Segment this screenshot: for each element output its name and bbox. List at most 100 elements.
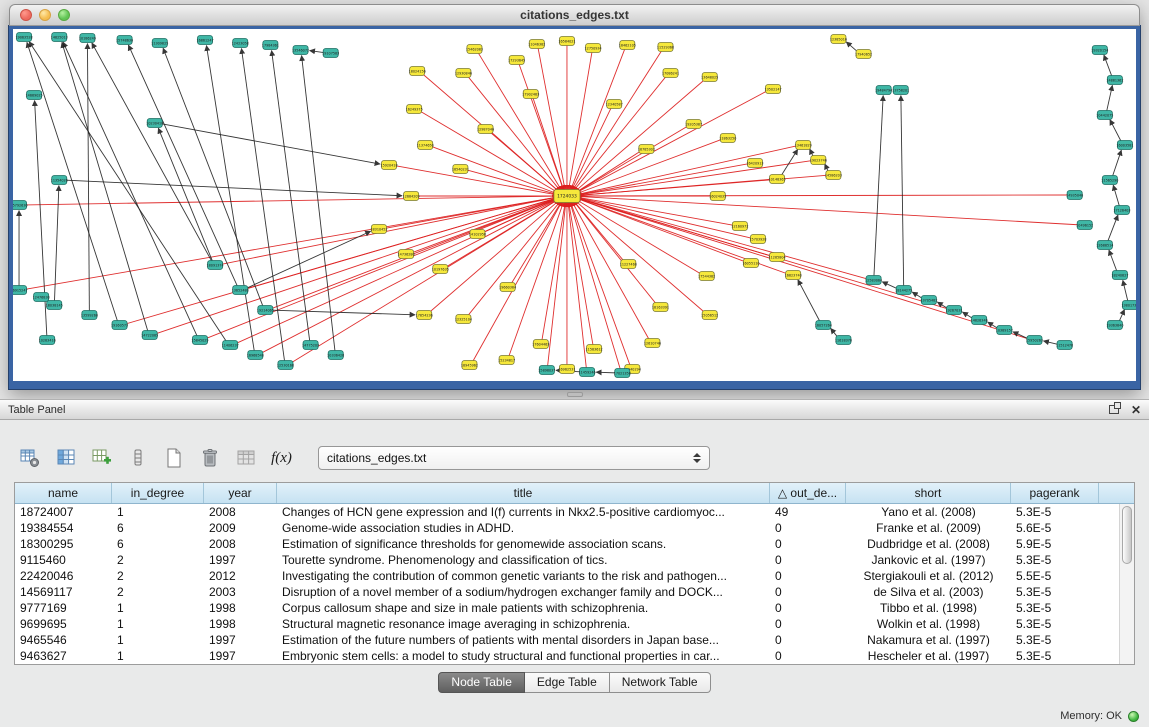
graph-node[interactable]: 15462083 bbox=[466, 45, 483, 54]
citation-edge-red[interactable] bbox=[569, 52, 592, 190]
citation-edge-red[interactable] bbox=[262, 199, 559, 353]
graph-node[interactable]: 14722085 bbox=[141, 331, 158, 340]
delete-column-button[interactable] bbox=[124, 445, 151, 472]
graph-node[interactable]: 11309825 bbox=[151, 39, 168, 48]
graph-node[interactable]: 14775203 bbox=[302, 341, 319, 350]
graph-node[interactable]: 13502147 bbox=[764, 85, 781, 94]
delete-row-button[interactable] bbox=[196, 445, 223, 472]
citation-edge-black[interactable] bbox=[310, 51, 324, 53]
citation-edge-black[interactable] bbox=[1109, 250, 1117, 271]
citation-edge-red[interactable] bbox=[533, 98, 564, 191]
graph-node[interactable]: 11265804 bbox=[769, 253, 786, 262]
graph-node[interactable]: 10197635 bbox=[432, 265, 449, 274]
graph-node[interactable]: 11565290 bbox=[1101, 176, 1118, 185]
divider-grip-icon[interactable] bbox=[567, 392, 583, 397]
graph-node[interactable]: 14669025 bbox=[26, 91, 43, 100]
graph-node[interactable]: 14586203 bbox=[825, 171, 842, 180]
graph-node[interactable]: 18091374 bbox=[207, 261, 224, 270]
citation-edge-black[interactable] bbox=[87, 43, 89, 310]
citation-edge-black[interactable] bbox=[901, 95, 904, 285]
graph-node[interactable]: 18163391 bbox=[652, 303, 669, 312]
graph-node[interactable]: 16962531 bbox=[558, 365, 575, 374]
graph-node[interactable]: 14736280 bbox=[398, 250, 415, 259]
graph-node[interactable]: 12325104 bbox=[455, 315, 472, 324]
citation-edge-black[interactable] bbox=[781, 149, 797, 175]
graph-node[interactable]: 12688514 bbox=[1096, 241, 1113, 250]
table-row[interactable]: 1830029562008Estimation of significance … bbox=[15, 536, 1134, 552]
graph-hub-node[interactable]: 1724033 bbox=[554, 190, 580, 203]
graph-node[interactable]: 11459246 bbox=[578, 368, 595, 377]
graph-node[interactable]: 12987046 bbox=[477, 125, 494, 134]
column-header-name[interactable]: name bbox=[15, 483, 112, 503]
graph-node[interactable]: 16584021 bbox=[558, 37, 575, 46]
graph-node[interactable]: 15845029 bbox=[191, 336, 208, 345]
graph-node[interactable]: 18462105 bbox=[619, 41, 636, 50]
citation-edge-red[interactable] bbox=[272, 198, 559, 308]
citation-edge-black[interactable] bbox=[874, 95, 883, 275]
graph-node[interactable]: 14828346 bbox=[971, 316, 988, 325]
graph-node[interactable]: 10148365 bbox=[769, 175, 786, 184]
graph-node[interactable]: 19267031 bbox=[945, 306, 962, 315]
graph-node[interactable]: 12423058 bbox=[232, 39, 249, 48]
graph-node[interactable]: 11406237 bbox=[222, 341, 239, 350]
column-header-year[interactable]: year bbox=[204, 483, 277, 503]
table-row[interactable]: 977716911998Corpus callosum shape and si… bbox=[15, 600, 1134, 616]
citation-edge-black[interactable] bbox=[272, 50, 310, 340]
graph-node[interactable]: 12530168 bbox=[277, 361, 294, 370]
function-builder-button[interactable]: f(x) bbox=[268, 445, 295, 472]
graph-node[interactable]: 11354026 bbox=[51, 176, 68, 185]
citation-edge-red[interactable] bbox=[572, 51, 662, 192]
tab-node-table[interactable]: Node Table bbox=[438, 672, 525, 693]
graph-node[interactable]: 14935046 bbox=[1066, 191, 1083, 200]
citation-edge-red[interactable] bbox=[491, 132, 560, 193]
graph-node[interactable]: 10230418 bbox=[146, 119, 163, 128]
graph-node[interactable]: 13599260 bbox=[81, 311, 98, 320]
graph-node[interactable]: 19063528 bbox=[15, 33, 32, 42]
close-panel-icon[interactable]: ✕ bbox=[1131, 404, 1141, 416]
network-canvas[interactable]: 1724033160240351216097216055110175443821… bbox=[13, 29, 1136, 381]
graph-node[interactable]: 15950263 bbox=[1026, 336, 1043, 345]
citation-edge-black[interactable] bbox=[62, 42, 148, 330]
graph-node[interactable]: 12160972 bbox=[731, 222, 748, 231]
table-scrollbar[interactable] bbox=[1119, 504, 1134, 664]
citation-edge-black[interactable] bbox=[128, 45, 237, 286]
tab-network-table[interactable]: Network Table bbox=[610, 672, 711, 693]
citation-edge-red[interactable] bbox=[570, 49, 624, 191]
citation-edge-red[interactable] bbox=[576, 179, 770, 195]
citation-edge-black[interactable] bbox=[1110, 120, 1121, 142]
graph-node[interactable]: 17293645 bbox=[508, 56, 525, 65]
citation-edge-red[interactable] bbox=[576, 197, 751, 238]
graph-node[interactable]: 10442075 bbox=[1096, 111, 1113, 120]
citation-edge-black[interactable] bbox=[158, 128, 212, 261]
network-window-titlebar[interactable]: citations_edges.txt bbox=[9, 4, 1140, 26]
citation-edge-red[interactable] bbox=[542, 201, 565, 339]
graph-node[interactable]: 19320154 bbox=[1091, 46, 1108, 55]
table-selector-combobox[interactable]: citations_edges.txt bbox=[318, 446, 710, 470]
citation-edge-red[interactable] bbox=[538, 48, 565, 190]
import-table-button[interactable] bbox=[232, 445, 259, 472]
citation-edge-black[interactable] bbox=[1108, 215, 1118, 241]
graph-node[interactable]: 19660384 bbox=[499, 283, 516, 292]
graph-node[interactable]: 18024156 bbox=[409, 67, 426, 76]
panel-divider[interactable] bbox=[0, 390, 1149, 399]
citation-edge-black[interactable] bbox=[1107, 85, 1113, 110]
graph-node[interactable]: 19023746 bbox=[810, 156, 827, 165]
tab-edge-table[interactable]: Edge Table bbox=[525, 672, 610, 693]
scrollbar-thumb[interactable] bbox=[1122, 506, 1132, 564]
table-row[interactable]: 969969511998Structural magnetic resonanc… bbox=[15, 616, 1134, 632]
graph-node[interactable]: 11618370 bbox=[835, 336, 852, 345]
graph-node[interactable]: 11374650 bbox=[417, 141, 434, 150]
graph-node[interactable]: 17086241 bbox=[662, 69, 679, 78]
column-header-title[interactable]: title bbox=[277, 483, 770, 503]
graph-node[interactable]: 17021358 bbox=[614, 369, 631, 378]
citation-edge-red[interactable] bbox=[576, 198, 1028, 339]
graph-node[interactable]: 12340587 bbox=[606, 100, 623, 109]
float-panel-icon[interactable] bbox=[1109, 405, 1119, 414]
graph-node[interactable]: 16055110 bbox=[742, 259, 759, 268]
graph-node[interactable]: 16968540 bbox=[247, 351, 264, 360]
column-header-pagerank[interactable]: pagerank bbox=[1011, 483, 1099, 503]
graph-node[interactable]: 14102958 bbox=[469, 230, 486, 239]
graph-node[interactable]: 19363840 bbox=[1106, 321, 1123, 330]
graph-node[interactable]: 17544382 bbox=[698, 272, 715, 281]
graph-node[interactable]: 15792630 bbox=[13, 201, 28, 210]
